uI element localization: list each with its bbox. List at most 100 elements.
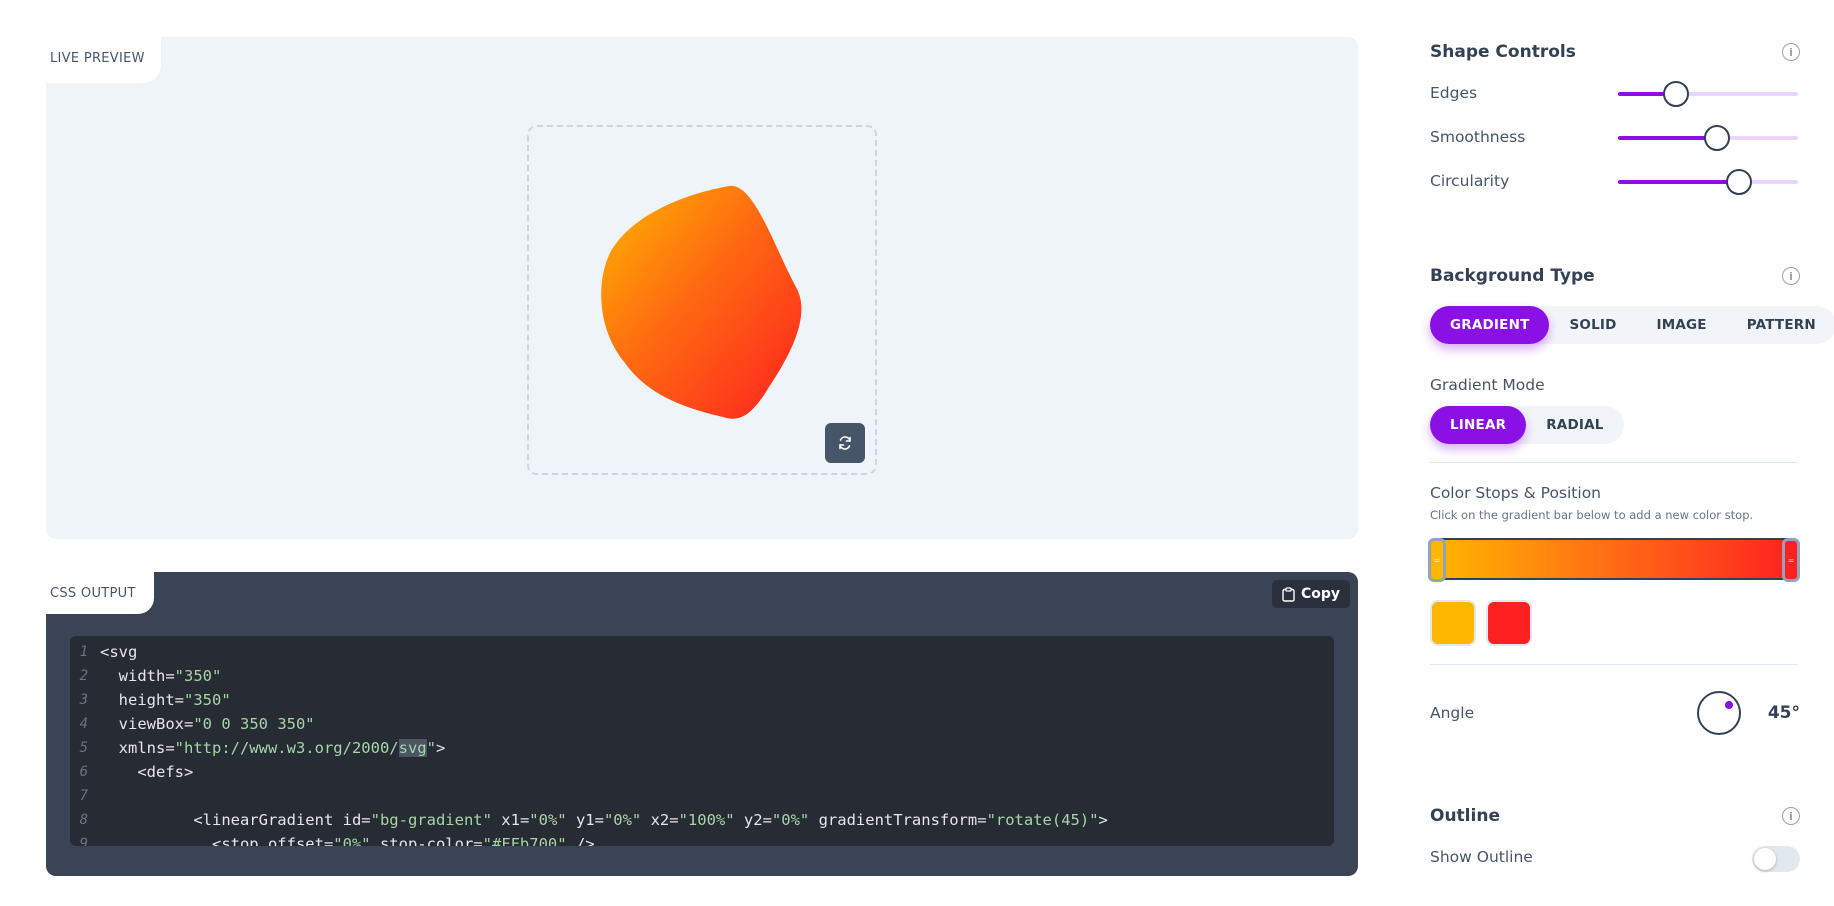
code-text: <linearGradient id= — [100, 811, 371, 829]
css-output-panel: CSS OUTPUT Copy 1 <svg 2 width= "350" 3 heig… — [46, 572, 1358, 876]
angle-label: Angle — [1430, 704, 1475, 722]
type-solid-button[interactable]: SOLID — [1549, 306, 1636, 344]
divider — [1430, 462, 1798, 463]
code-string: "0%" — [771, 811, 810, 829]
shape-controls-section: Shape Controls i Edges Smoothness Circul… — [1410, 20, 1820, 220]
show-outline-toggle[interactable] — [1752, 846, 1800, 872]
circularity-slider-thumb[interactable] — [1725, 169, 1752, 195]
code-string: "0%" — [333, 835, 371, 846]
code-string: "rotate(45)" — [986, 811, 1099, 829]
code-line: 6 <defs> — [70, 760, 1334, 784]
mode-linear-button[interactable]: LINEAR — [1430, 406, 1527, 444]
code-line: 3 height= "350" — [70, 688, 1334, 712]
code-text: x2= — [641, 811, 679, 829]
shape-controls-title: Shape Controls — [1430, 42, 1576, 62]
code-string: "350" — [184, 691, 231, 709]
mode-radial-button[interactable]: RADIAL — [1526, 406, 1623, 444]
background-type-section: Background Type i GRADIENT SOLID IMAGE P… — [1410, 244, 1834, 764]
regenerate-button[interactable] — [825, 423, 865, 463]
live-preview-panel: LIVE PREVIEW — [46, 37, 1358, 539]
color-stop-handle-start[interactable]: = — [1428, 538, 1446, 582]
edges-slider-thumb[interactable] — [1662, 81, 1689, 107]
line-number: 4 — [79, 716, 88, 732]
code-text: x1= — [491, 811, 530, 829]
type-image-button[interactable]: IMAGE — [1637, 306, 1727, 344]
info-icon[interactable]: i — [1782, 267, 1800, 285]
circularity-slider[interactable] — [1618, 169, 1798, 195]
gradient-mode-selector: LINEAR RADIAL — [1430, 406, 1624, 444]
color-stops-hint: Click on the gradient bar below to add a… — [1430, 508, 1754, 522]
info-icon[interactable]: i — [1782, 807, 1800, 825]
outline-section: Outline i Show Outline — [1410, 786, 1820, 896]
edges-label: Edges — [1430, 84, 1478, 102]
code-line: 7 — [70, 784, 1334, 808]
blob-shape — [601, 185, 802, 419]
code-string: "350" — [174, 667, 222, 685]
angle-indicator-dot — [1725, 701, 1733, 709]
code-string: "0%" — [529, 811, 567, 829]
code-string: "100%" — [678, 811, 735, 829]
code-text: width= — [100, 667, 175, 685]
code-text: y2= — [734, 811, 772, 829]
code-text: y1= — [566, 811, 604, 829]
live-preview-tab: LIVE PREVIEW — [46, 37, 161, 83]
circularity-label: Circularity — [1430, 172, 1510, 190]
code-text: viewBox= — [100, 715, 194, 733]
css-output-tab: CSS OUTPUT — [46, 572, 154, 614]
type-pattern-button[interactable]: PATTERN — [1727, 306, 1834, 344]
circularity-slider-fill — [1618, 180, 1739, 184]
code-selection: svg — [398, 739, 427, 757]
code-string: " — [426, 739, 436, 757]
smoothness-label: Smoothness — [1430, 128, 1526, 146]
show-outline-label: Show Outline — [1430, 848, 1533, 866]
line-number: 2 — [79, 668, 88, 684]
line-number: 6 — [79, 764, 88, 780]
type-gradient-button[interactable]: GRADIENT — [1430, 306, 1550, 344]
line-number: 3 — [79, 692, 88, 708]
divider — [1430, 664, 1798, 665]
line-number: 1 — [79, 644, 88, 660]
angle-dial[interactable] — [1697, 691, 1741, 735]
code-string: "0%" — [603, 811, 642, 829]
code-text: > — [1098, 811, 1108, 829]
line-number: 7 — [79, 788, 88, 804]
background-type-selector: GRADIENT SOLID IMAGE PATTERN — [1430, 306, 1834, 344]
code-viewer[interactable]: 1 <svg 2 width= "350" 3 height= "350" 4 viewBo… — [70, 636, 1334, 846]
smoothness-slider[interactable] — [1618, 125, 1798, 151]
code-line: 9 <stop offset= "0%" stop-color= "#FFb700"… — [70, 832, 1334, 846]
color-stop-swatch-2[interactable] — [1486, 600, 1532, 646]
code-line: 8 <linearGradient id= "bg-gradient" x1= "0… — [70, 808, 1334, 832]
refresh-icon — [839, 436, 851, 450]
color-stop-swatch-1[interactable] — [1430, 600, 1476, 646]
clipboard-icon — [1282, 586, 1295, 602]
edges-slider[interactable] — [1618, 81, 1798, 107]
code-string: "#FFb700" — [482, 835, 567, 846]
smoothness-slider-fill — [1618, 136, 1717, 140]
color-stop-handle-end[interactable]: = — [1782, 538, 1800, 582]
code-text: <stop offset= — [100, 835, 334, 846]
code-line: 1 <svg — [70, 640, 1334, 664]
code-string: "http://www.w3.org/2000/ — [174, 739, 399, 757]
code-text: gradientTransform= — [809, 811, 987, 829]
code-text: <defs> — [100, 763, 194, 781]
info-icon[interactable]: i — [1782, 43, 1800, 61]
code-line: 2 width= "350" — [70, 664, 1334, 688]
background-type-title: Background Type — [1430, 266, 1595, 286]
angle-value: 45° — [1767, 703, 1800, 723]
code-string: "bg-gradient" — [370, 811, 492, 829]
line-number: 8 — [79, 812, 88, 828]
line-number: 9 — [79, 836, 88, 846]
smoothness-slider-thumb[interactable] — [1704, 125, 1730, 151]
code-text: stop-color= — [370, 835, 483, 846]
app-root: LIVE PREVIEW CSS OUTPUT Copy 1 <svg 2 wi… — [0, 0, 1834, 906]
outline-title: Outline — [1430, 806, 1500, 826]
color-stops-label: Color Stops & Position — [1430, 484, 1601, 502]
settings-panel: Shape Controls i Edges Smoothness Circul… — [1410, 0, 1834, 900]
copy-button-label: Copy — [1300, 586, 1340, 602]
toggle-knob — [1754, 848, 1776, 870]
code-text: xmlns= — [100, 739, 175, 757]
gradient-bar[interactable]: = = — [1428, 538, 1800, 582]
code-text: height= — [100, 691, 184, 709]
copy-button[interactable]: Copy — [1271, 580, 1350, 608]
code-text: > — [435, 739, 446, 757]
